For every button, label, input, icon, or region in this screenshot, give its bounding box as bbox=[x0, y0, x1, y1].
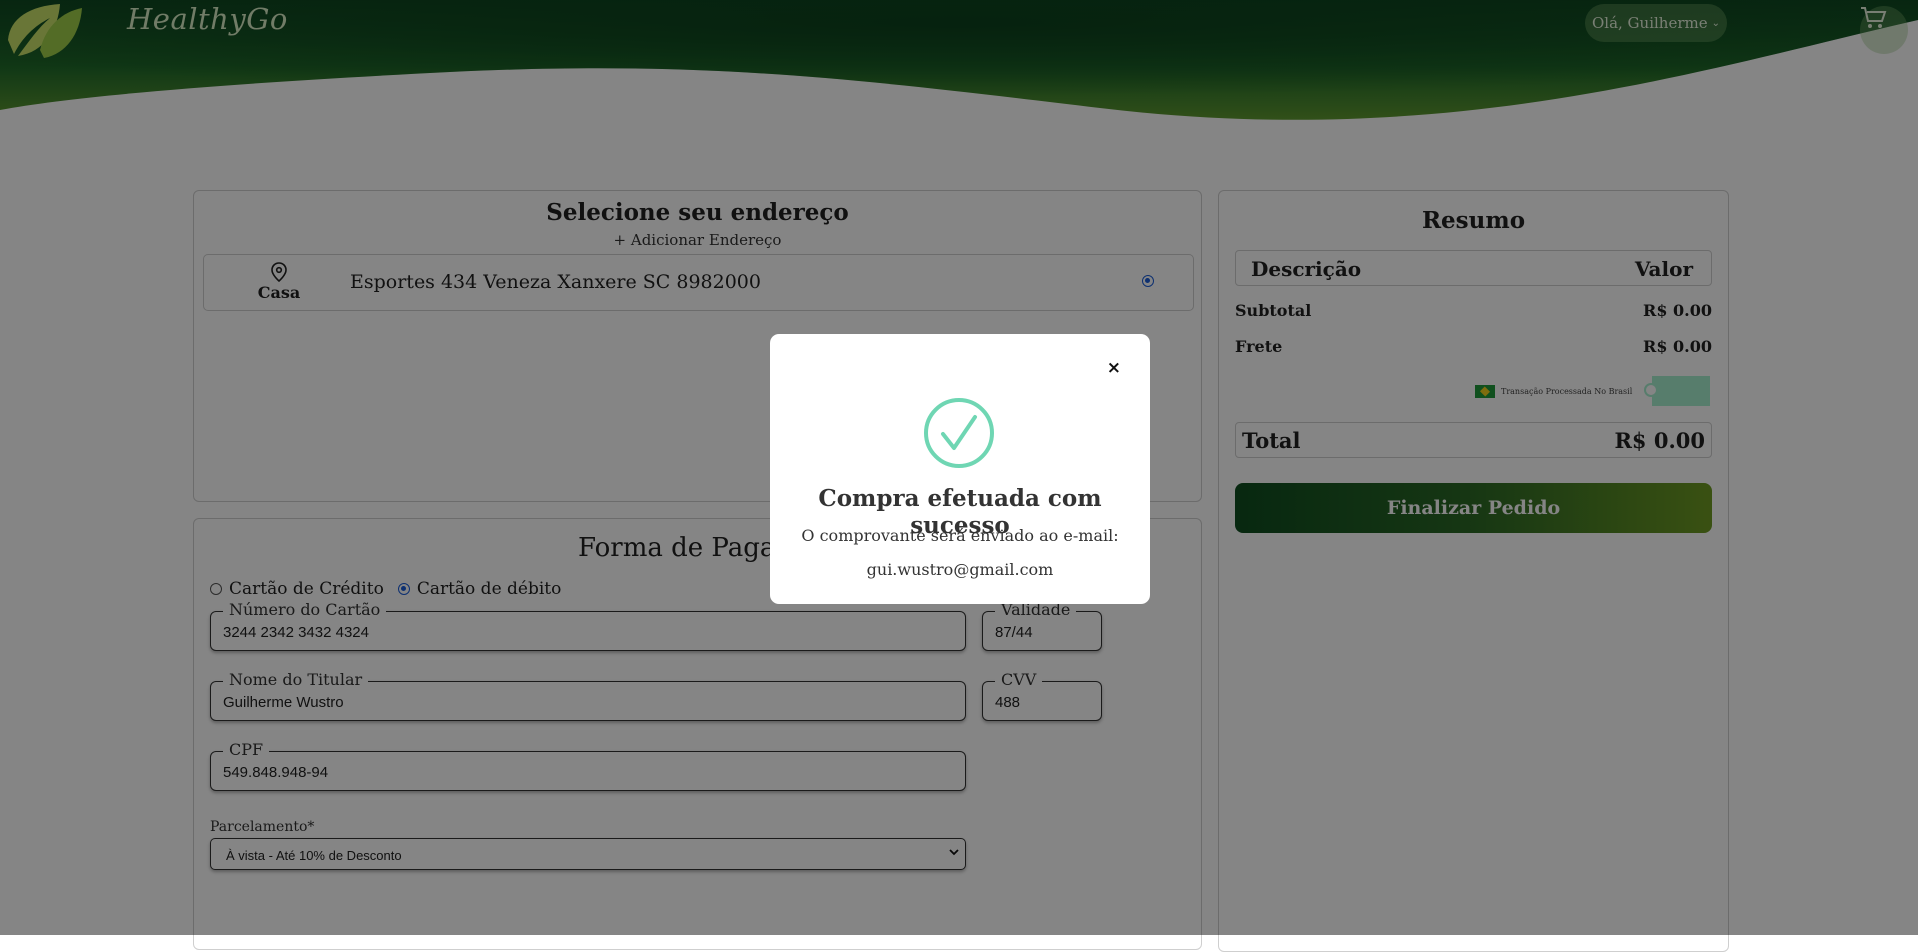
close-icon[interactable]: × bbox=[1107, 358, 1121, 378]
check-circle-icon bbox=[924, 398, 994, 468]
modal-email: gui.wustro@gmail.com bbox=[866, 560, 1054, 579]
modal-message: O comprovante será enviado ao e-mail: bbox=[801, 526, 1119, 545]
success-modal: × Compra efetuada com sucesso O comprova… bbox=[770, 334, 1150, 604]
